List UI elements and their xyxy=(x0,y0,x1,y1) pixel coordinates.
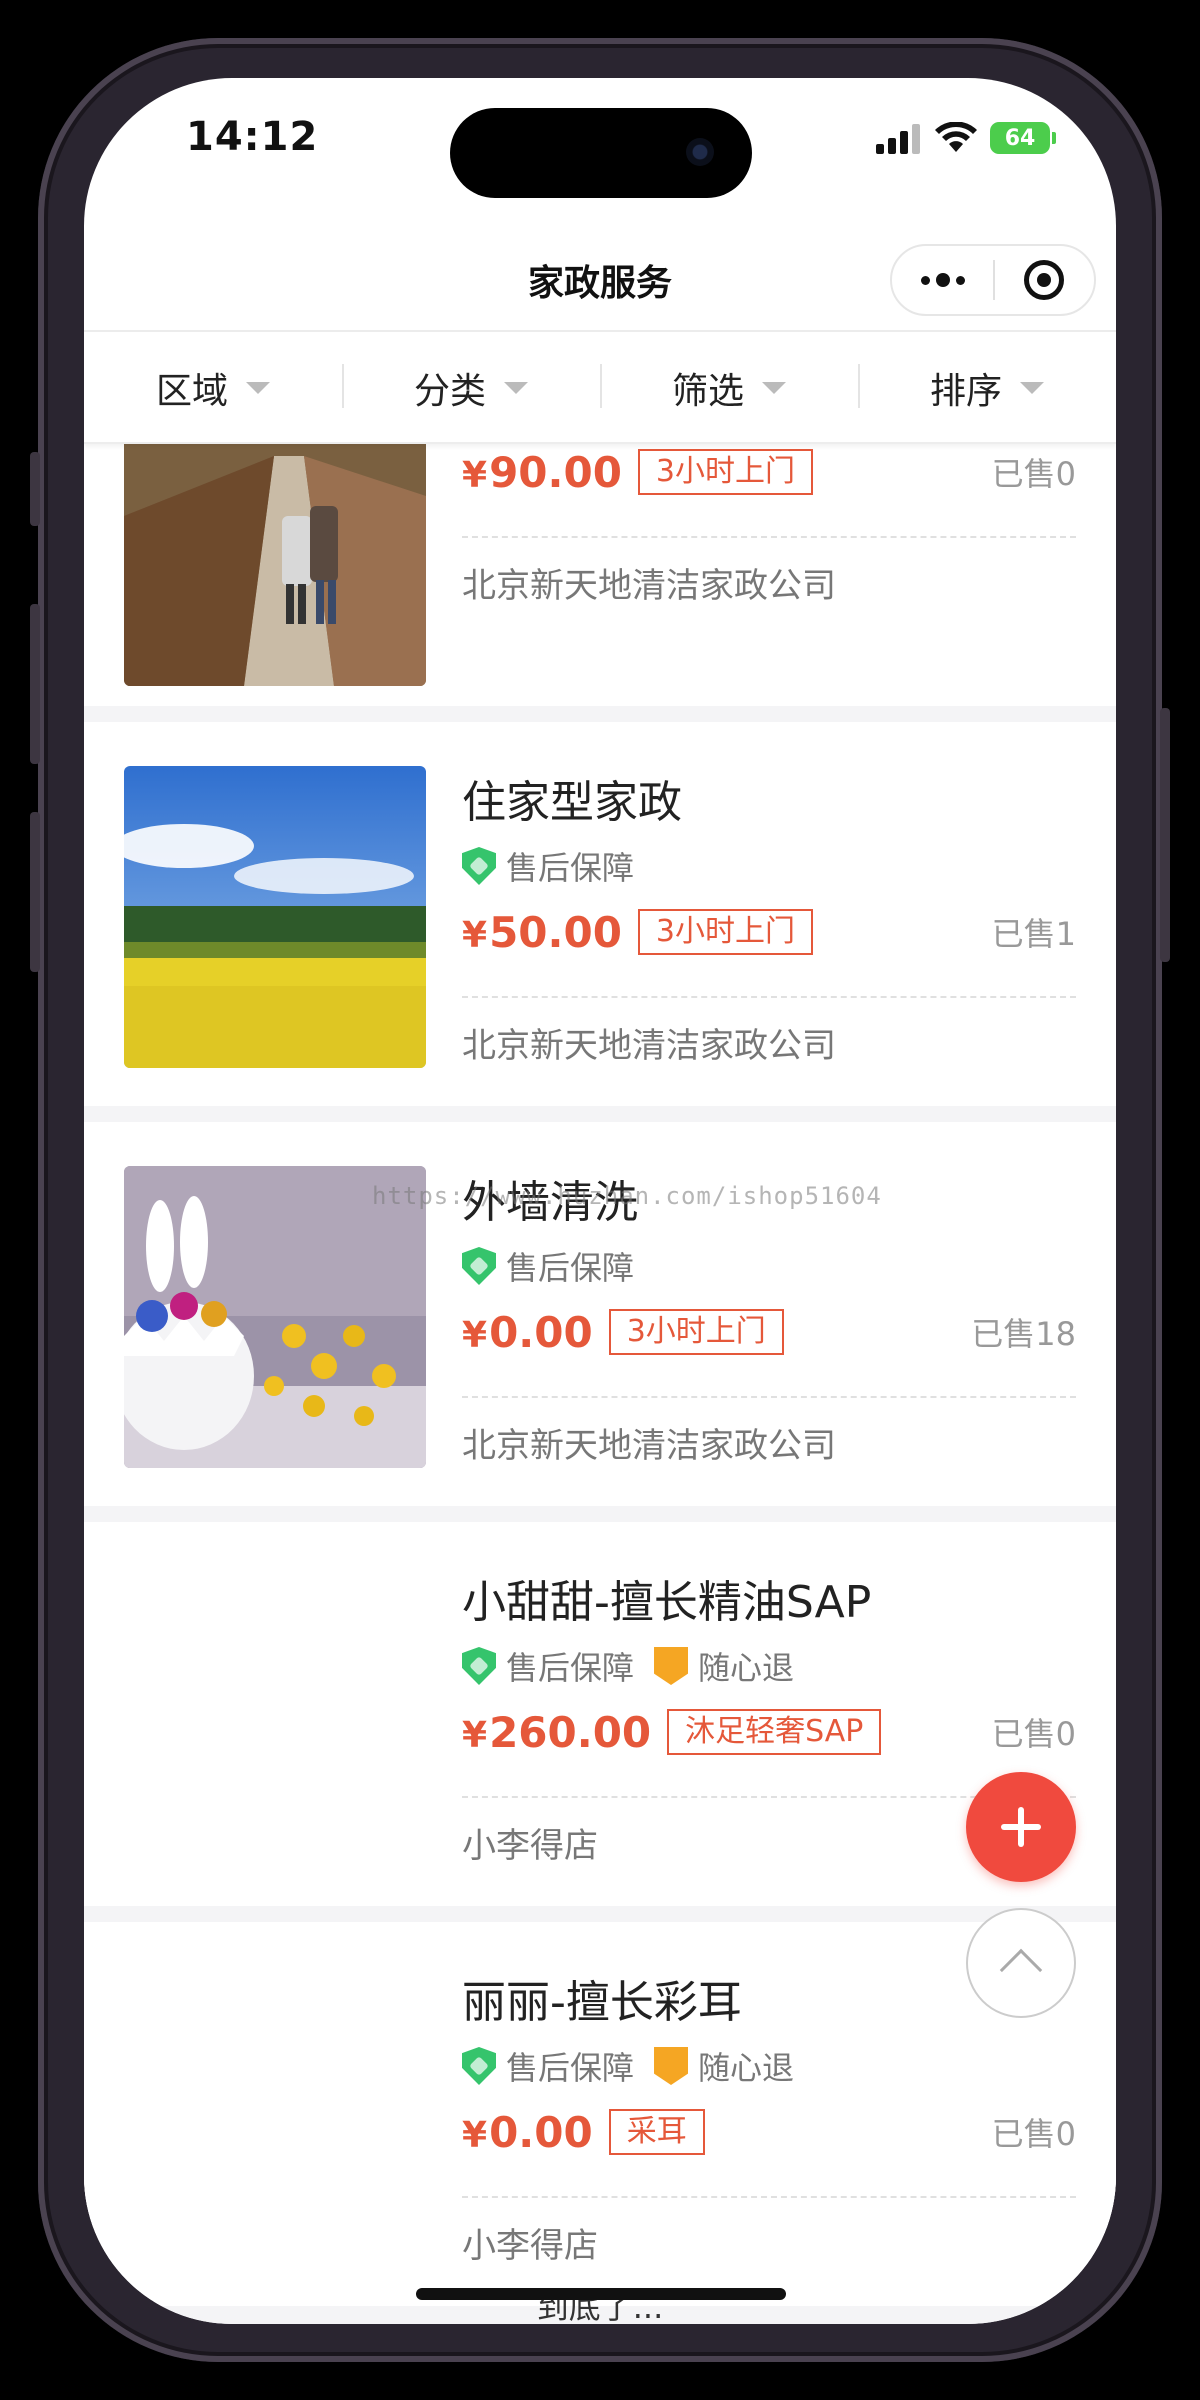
sold-count: 已售18 xyxy=(971,1315,1076,1353)
service-image xyxy=(124,766,426,1068)
shop-name: 北京新天地清洁家政公司 xyxy=(462,1426,836,1466)
caret-down-icon xyxy=(246,382,270,394)
service-info: 外墙清洗 售后保障 ¥0.00 3小时上门 已售18 北京新天地清洁家政公司 xyxy=(462,1166,1076,1467)
target-icon xyxy=(1024,260,1065,300)
service-tag-badge: 沐足轻奢SAP xyxy=(667,1709,882,1755)
service-card[interactable]: 丽丽-擅长彩耳 售后保障 随心退 ¥0.00 采耳 已售0 小李得店 xyxy=(84,1922,1116,2306)
sold-count: 已售0 xyxy=(991,455,1076,493)
front-camera-icon xyxy=(686,138,714,166)
tag-row: 售后保障 随心退 xyxy=(462,1646,1076,1687)
refund-tag: 随心退 xyxy=(698,2049,795,2087)
price-row: ¥260.00 沐足轻奢SAP 已售0 xyxy=(462,1704,1076,1760)
guarantee-tag: 售后保障 xyxy=(506,1649,635,1687)
filter-category[interactable]: 分类 xyxy=(342,362,600,414)
back-to-top-button[interactable] xyxy=(966,1908,1076,2018)
service-tag-badge: 3小时上门 xyxy=(608,1309,784,1355)
shield-icon xyxy=(462,1247,496,1285)
filter-bar: 区域 分类 筛选 排序 xyxy=(84,334,1116,444)
service-image xyxy=(124,444,426,686)
service-title: 住家型家政 xyxy=(462,777,682,828)
filter-label: 筛选 xyxy=(671,371,744,412)
filter-region[interactable]: 区域 xyxy=(84,362,342,414)
nav-bar: 家政服务 xyxy=(84,228,1116,332)
caret-down-icon xyxy=(762,382,786,394)
more-options-button[interactable] xyxy=(892,273,993,287)
service-card[interactable]: ¥90.00 3小时上门 已售0 北京新天地清洁家政公司 xyxy=(84,444,1116,706)
price-row: ¥0.00 3小时上门 已售18 xyxy=(462,1304,1076,1360)
price-row: ¥0.00 采耳 已售0 xyxy=(462,2104,1076,2160)
filter-label: 排序 xyxy=(929,371,1002,412)
sold-count: 已售0 xyxy=(991,2115,1076,2153)
caret-down-icon xyxy=(504,382,528,394)
price: ¥90.00 xyxy=(462,447,622,497)
status-time: 14:12 xyxy=(186,114,319,160)
cellular-signal-icon xyxy=(876,124,920,154)
service-info: 住家型家政 售后保障 ¥50.00 3小时上门 已售1 北京新天地清洁家政公司 xyxy=(462,766,1076,1067)
status-icons: 64 xyxy=(874,122,1056,154)
watermark: https://www.huzhan.com/ishop51604 xyxy=(372,1182,882,1210)
divider xyxy=(462,996,1076,998)
refund-icon xyxy=(654,1647,689,1685)
tag-row: 售后保障 随心退 xyxy=(462,2046,1076,2087)
close-mini-program-button[interactable] xyxy=(995,260,1094,300)
price: ¥260.00 xyxy=(462,1707,652,1757)
filter-screen[interactable]: 筛选 xyxy=(600,362,858,414)
price: ¥50.00 xyxy=(462,907,622,957)
divider xyxy=(462,2196,1076,2198)
shop-name: 北京新天地清洁家政公司 xyxy=(462,566,836,606)
service-image xyxy=(124,1166,426,1468)
service-tag-badge: 采耳 xyxy=(608,2109,705,2155)
volume-up-button xyxy=(30,604,40,764)
service-title: 小甜甜-擅长精油SAP xyxy=(462,1577,872,1628)
status-bar: 14:12 64 xyxy=(84,78,1116,228)
guarantee-tag: 售后保障 xyxy=(506,2049,635,2087)
price-row: ¥50.00 3小时上门 已售1 xyxy=(462,904,1076,960)
tag-row: 售后保障 xyxy=(462,1246,1076,1287)
shield-icon xyxy=(462,2047,496,2085)
chevron-up-icon xyxy=(999,1948,1043,1992)
add-button[interactable] xyxy=(966,1772,1076,1882)
service-image xyxy=(124,1566,426,1868)
battery-level: 64 xyxy=(1004,125,1036,151)
service-card[interactable]: 外墙清洗 售后保障 ¥0.00 3小时上门 已售18 北京新天地清洁家政公司 xyxy=(84,1122,1116,1506)
refund-tag: 随心退 xyxy=(698,1649,795,1687)
shop-name: 小李得店 xyxy=(462,2226,598,2266)
guarantee-tag: 售后保障 xyxy=(506,849,635,887)
tag-row: 售后保障 xyxy=(462,846,1076,887)
shield-icon xyxy=(462,847,496,885)
service-info: 丽丽-擅长彩耳 售后保障 随心退 ¥0.00 采耳 已售0 小李得店 xyxy=(462,1966,1076,2267)
volume-down-button xyxy=(30,812,40,972)
screen: 14:12 64 家政服务 区域 分类 筛选 排序 ¥90.00 3小时上门 已… xyxy=(84,78,1116,2324)
filter-sort[interactable]: 排序 xyxy=(858,362,1116,414)
dynamic-island xyxy=(450,108,752,198)
sold-count: 已售1 xyxy=(991,915,1076,953)
service-image xyxy=(124,1966,426,2268)
service-info: ¥90.00 3小时上门 已售0 北京新天地清洁家政公司 xyxy=(462,444,1076,607)
action-button xyxy=(30,452,40,526)
service-card[interactable]: 小甜甜-擅长精油SAP 售后保障 随心退 ¥260.00 沐足轻奢SAP 已售0… xyxy=(84,1522,1116,1906)
price: ¥0.00 xyxy=(462,2107,593,2157)
price-row: ¥90.00 3小时上门 已售0 xyxy=(462,444,1076,500)
divider xyxy=(462,536,1076,538)
home-indicator[interactable] xyxy=(416,2288,786,2300)
shop-name: 北京新天地清洁家政公司 xyxy=(462,1026,836,1066)
refund-icon xyxy=(654,2047,689,2085)
shield-icon xyxy=(462,1647,496,1685)
filter-label: 区域 xyxy=(155,371,228,412)
service-card[interactable]: 住家型家政 售后保障 ¥50.00 3小时上门 已售1 北京新天地清洁家政公司 xyxy=(84,722,1116,1106)
service-tag-badge: 3小时上门 xyxy=(637,449,814,495)
filter-label: 分类 xyxy=(413,371,486,412)
sold-count: 已售0 xyxy=(991,1715,1076,1753)
battery-icon: 64 xyxy=(990,122,1056,154)
divider xyxy=(462,1396,1076,1398)
mini-program-capsule xyxy=(890,244,1096,316)
caret-down-icon xyxy=(1020,382,1044,394)
service-tag-badge: 3小时上门 xyxy=(637,909,814,955)
power-button xyxy=(1160,708,1170,962)
service-list: ¥90.00 3小时上门 已售0 北京新天地清洁家政公司 住家型家政 售后保障 … xyxy=(84,444,1116,2324)
wifi-icon xyxy=(935,122,977,152)
guarantee-tag: 售后保障 xyxy=(506,1249,635,1287)
price: ¥0.00 xyxy=(462,1307,593,1357)
